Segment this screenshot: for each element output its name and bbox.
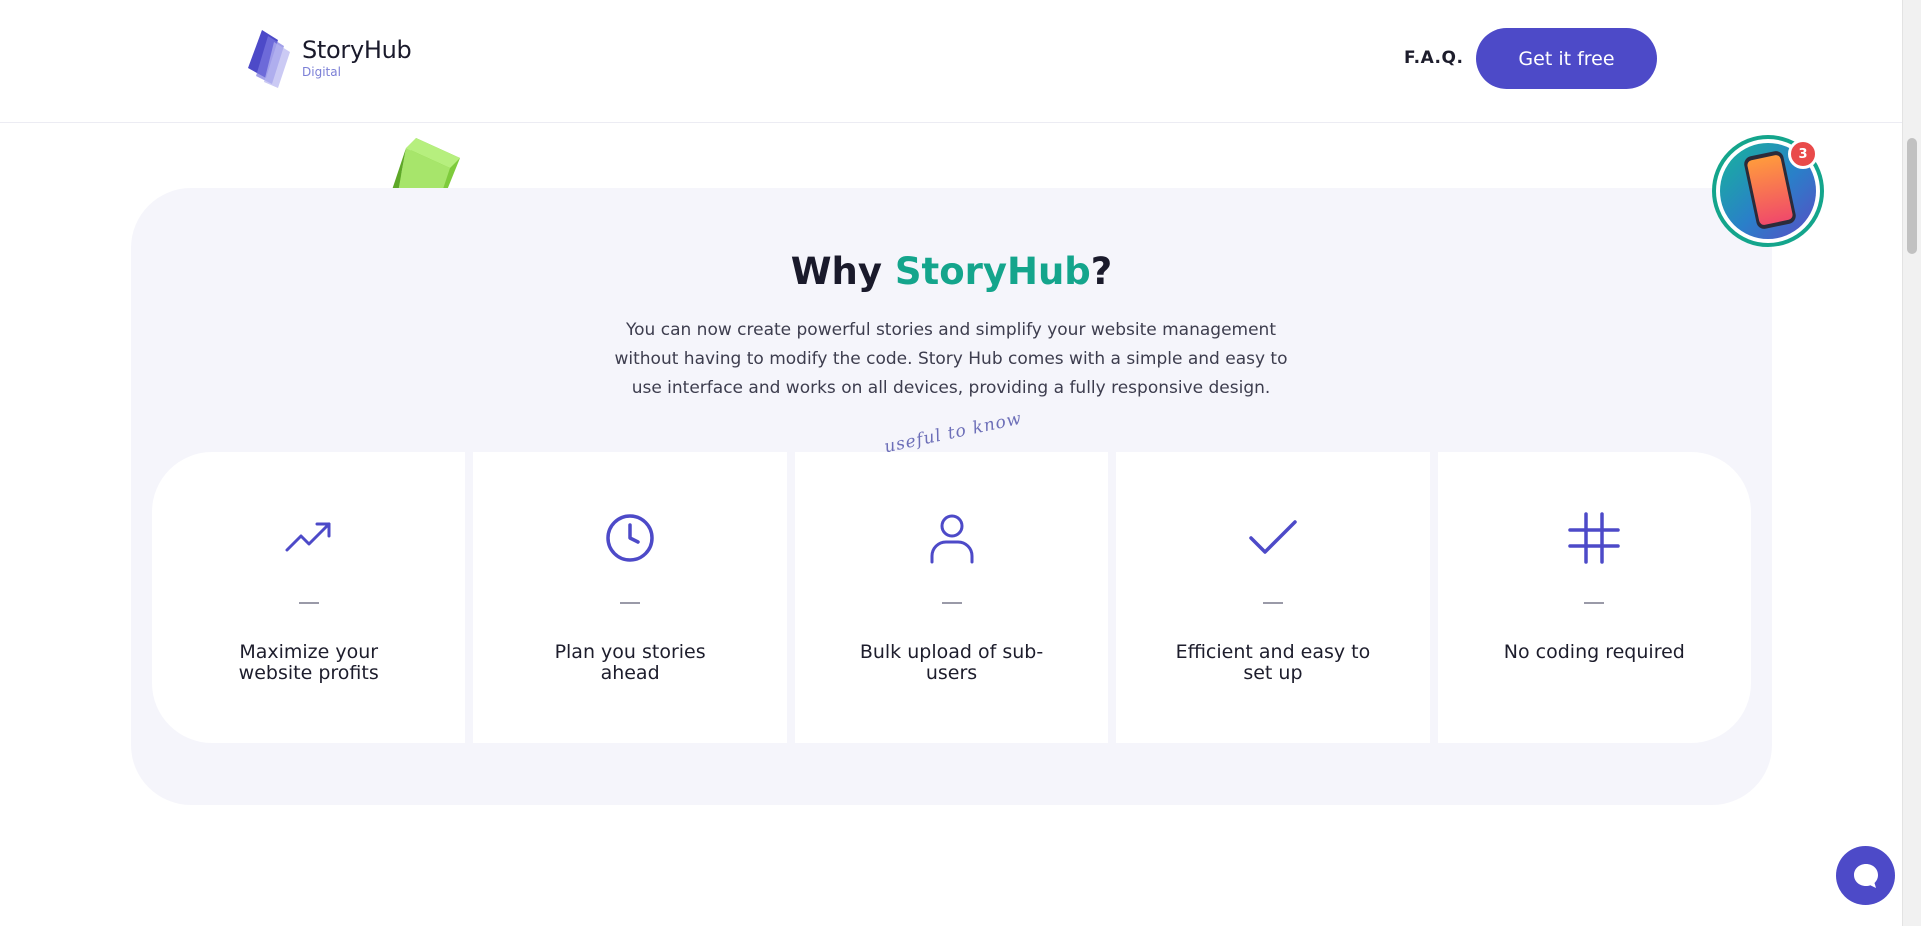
feature-card: Bulk upload of sub-users — [794, 452, 1109, 743]
card-divider — [1584, 602, 1605, 604]
faq-link[interactable]: F.A.Q. — [1404, 48, 1463, 68]
feature-label: Bulk upload of sub-users — [859, 641, 1044, 684]
feature-card: Plan you stories ahead — [473, 452, 787, 743]
card-divider — [620, 602, 641, 604]
logo-mark-icon — [248, 30, 290, 88]
page-scrollbar[interactable] — [1902, 0, 1921, 926]
feature-card: Efficient and easy to set up — [1116, 452, 1430, 743]
card-divider — [298, 602, 319, 604]
chat-bubble-icon — [1853, 863, 1878, 888]
section-title: Why StoryHub? — [790, 250, 1113, 293]
clock-icon — [606, 514, 654, 562]
logo-title: StoryHub — [302, 36, 412, 64]
card-divider — [941, 602, 962, 604]
feature-label: No coding required — [1503, 641, 1685, 663]
logo[interactable]: StoryHub Digital — [244, 26, 412, 90]
section-description: You can now create powerful stories and … — [614, 320, 1288, 398]
feature-cards: Maximize your website profits Plan you s… — [152, 452, 1752, 743]
hash-icon — [1568, 512, 1621, 564]
logo-subtitle: Digital — [302, 65, 341, 79]
why-storyhub-section: Why StoryHub? You can now create powerfu… — [131, 188, 1772, 805]
get-it-free-button[interactable]: Get it free — [1476, 28, 1657, 89]
feature-label: Efficient and easy to set up — [1175, 641, 1371, 684]
scrollbar-thumb[interactable] — [1907, 138, 1917, 254]
story-count-badge: 3 — [1788, 139, 1818, 169]
check-icon — [1249, 520, 1297, 554]
trending-up-icon — [285, 522, 331, 552]
site-header: StoryHub Digital F.A.Q. Get it free — [0, 0, 1902, 123]
feature-card: No coding required — [1437, 452, 1752, 743]
phone-image — [1742, 149, 1798, 231]
user-icon — [930, 514, 974, 564]
chat-button[interactable] — [1836, 846, 1895, 905]
handwritten-note: useful to know — [882, 408, 1024, 458]
feature-card: Maximize your website profits — [152, 452, 466, 743]
feature-label: Plan you stories ahead — [554, 641, 706, 684]
feature-label: Maximize your website profits — [238, 641, 379, 684]
brand-highlight: StoryHub — [894, 250, 1091, 293]
card-divider — [1262, 602, 1283, 604]
